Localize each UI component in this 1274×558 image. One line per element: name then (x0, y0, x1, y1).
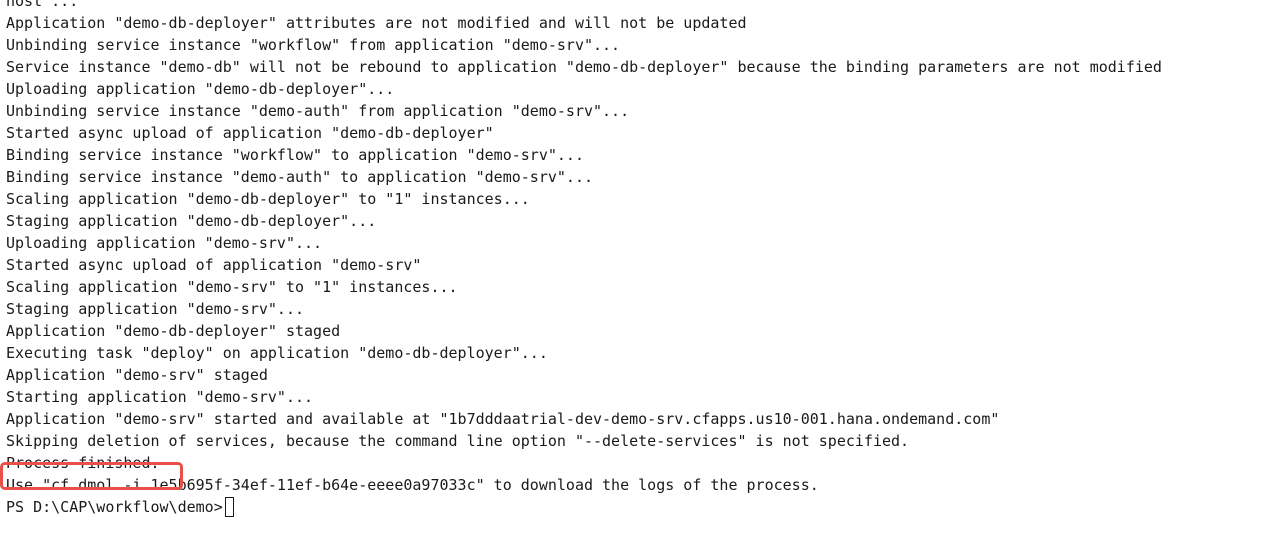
process-finished-line: Process finished. (6, 454, 160, 472)
output-line: Application "demo-db-deployer" attribute… (6, 14, 747, 32)
output-line: Starting application "demo-srv"... (6, 388, 314, 406)
output-line: Staging application "demo-srv"... (6, 300, 305, 318)
download-logs-hint-line: Use "cf dmol -i 1e5b695f-34ef-11ef-b64e-… (6, 476, 819, 494)
output-line: Service instance "demo-db" will not be r… (6, 58, 1162, 76)
prompt-path: PS D:\CAP\workflow\demo> (6, 498, 223, 516)
output-line: Application "demo-srv" started and avail… (6, 410, 1000, 428)
output-line: Binding service instance "workflow" to a… (6, 146, 584, 164)
process-finished-highlight (0, 462, 183, 490)
output-line: Started async upload of application "dem… (6, 124, 494, 142)
cursor (224, 497, 234, 517)
output-line: Application "demo-db-deployer" staged (6, 322, 341, 340)
output-line: Binding service instance "demo-auth" to … (6, 168, 593, 186)
output-line: Executing task "deploy" on application "… (6, 344, 548, 362)
output-line: Application "demo-srv" staged (6, 366, 268, 384)
terminal-window[interactable]: host"... Application "demo-db-deployer" … (0, 0, 1274, 558)
output-line: Staging application "demo-db-deployer"..… (6, 212, 377, 230)
output-line: Started async upload of application "dem… (6, 256, 422, 274)
output-line: Skipping deletion of services, because t… (6, 432, 910, 450)
output-line: Scaling application "demo-db-deployer" t… (6, 190, 530, 208)
output-line: Unbinding service instance "demo-auth" f… (6, 102, 630, 120)
output-line: host"... (6, 0, 79, 10)
output-line: Unbinding service instance "workflow" fr… (6, 36, 621, 54)
output-line: Uploading application "demo-db-deployer"… (6, 80, 395, 98)
output-line: Scaling application "demo-srv" to "1" in… (6, 278, 458, 296)
output-line: Uploading application "demo-srv"... (6, 234, 323, 252)
command-prompt-line[interactable]: PS D:\CAP\workflow\demo> (6, 496, 1274, 518)
